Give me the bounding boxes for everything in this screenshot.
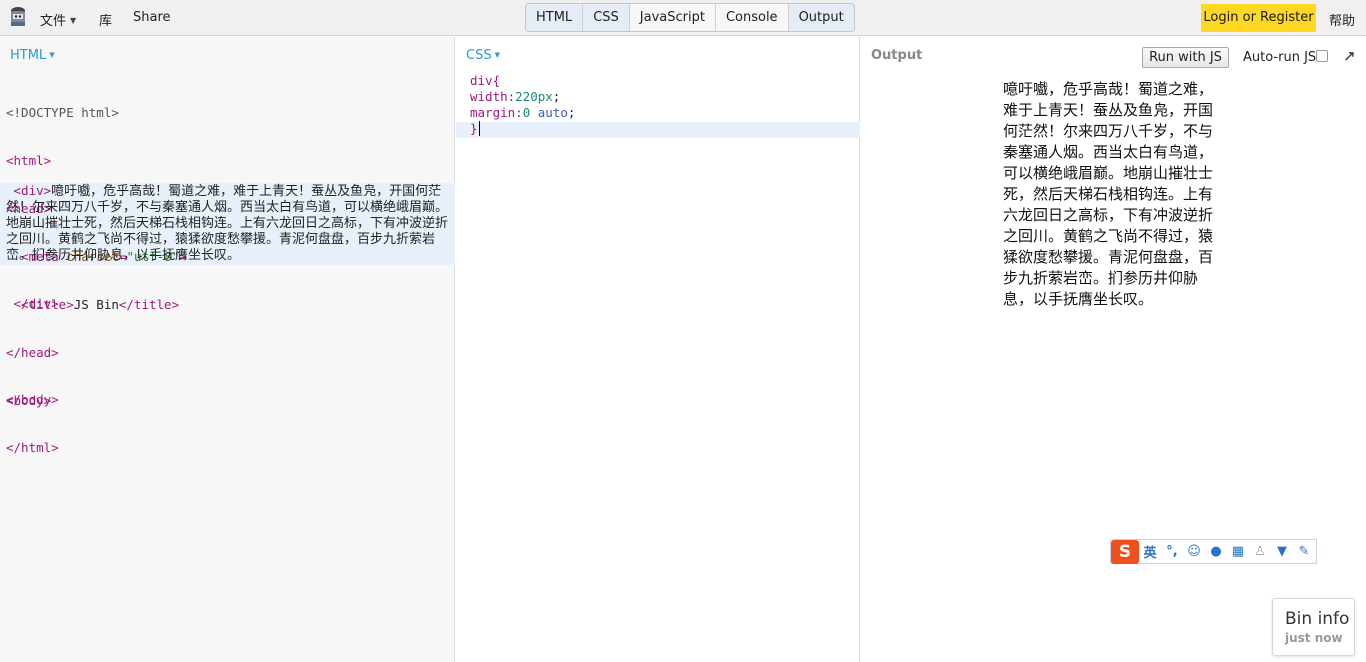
popout-arrow-icon[interactable]: ↗ (1343, 47, 1356, 65)
css-value: 220px (515, 89, 553, 104)
help-menu[interactable]: 帮助 (1329, 10, 1355, 29)
jsbin-logo-icon[interactable] (8, 6, 28, 30)
css-panel-label-text: CSS (466, 48, 492, 63)
autorun-label: Auto-run JS (1243, 50, 1317, 65)
css-selector: div{ (470, 73, 501, 88)
code-line: margin:0 auto; (470, 105, 576, 120)
caret-down-icon: ▼ (494, 51, 500, 59)
panel-tabs: HTML CSS JavaScript Console Output (525, 3, 855, 32)
share-menu[interactable]: Share (133, 10, 171, 25)
autorun-checkbox[interactable] (1316, 50, 1328, 62)
keyboard-icon[interactable]: ▦ (1227, 544, 1249, 559)
html-panel-label[interactable]: HTML ▼ (10, 48, 55, 63)
code-line: </div> (6, 296, 59, 311)
caret-down-icon: ▼ (70, 16, 77, 25)
css-property: width: (470, 89, 516, 104)
microphone-icon[interactable]: ● (1205, 544, 1227, 559)
punctuation-icon[interactable]: °, (1161, 544, 1183, 559)
tab-css[interactable]: CSS (583, 4, 630, 31)
code-line: <html> (6, 153, 52, 168)
bin-info-title: Bin info (1285, 609, 1350, 629)
code-line: <!DOCTYPE html> (6, 105, 119, 120)
code-line: </html> (6, 440, 59, 455)
file-menu-label: 文件 (40, 14, 67, 29)
css-value: auto (537, 105, 568, 120)
css-close-brace: } (470, 121, 478, 136)
div-open-tag: <div> (6, 183, 52, 198)
code-line: } (470, 121, 575, 137)
skin-icon[interactable]: ▼ (1271, 544, 1293, 559)
html-panel-label-text: HTML (10, 48, 47, 63)
tab-console[interactable]: Console (715, 4, 789, 31)
tab-html[interactable]: HTML (526, 4, 584, 31)
login-register-button[interactable]: Login or Register (1201, 4, 1316, 32)
css-code-editor[interactable]: div{ width:220px; margin:0 auto; } (470, 73, 575, 137)
caret-down-icon: ▼ (49, 51, 55, 59)
div-content-line: <div>噫吁嚱，危乎高哉！蜀道之难，难于上青天！蚕丛及鱼凫，开国何茫然！尔来四… (6, 183, 449, 264)
code-line: width:220px; (470, 89, 561, 104)
input-mode-toggle[interactable]: 英 (1139, 542, 1161, 561)
div-text: 噫吁嚱，危乎高哉！蜀道之难，难于上青天！蚕丛及鱼凫，开国何茫然！尔来四万八千岁，… (6, 184, 449, 263)
text-cursor (478, 121, 480, 136)
css-property: margin: (470, 105, 523, 120)
css-panel[interactable]: CSS ▼ div{ width:220px; margin:0 auto; } (456, 37, 860, 662)
run-with-js-button[interactable]: Run with JS (1142, 47, 1229, 68)
emoji-icon[interactable]: ☺ (1183, 544, 1205, 559)
ime-toolbar: S 英 °, ☺ ● ▦ ♙ ▼ ✎ (1110, 539, 1317, 564)
tools-icon[interactable]: ✎ (1293, 544, 1315, 559)
output-rendered-div: 噫吁嚱，危乎高哉！蜀道之难，难于上青天！蚕丛及鱼凫，开国何茫然！尔来四万八千岁，… (1003, 80, 1214, 308)
tab-javascript[interactable]: JavaScript (629, 4, 716, 31)
user-icon[interactable]: ♙ (1249, 544, 1271, 559)
bin-info-timestamp: just now (1285, 631, 1343, 645)
code-line: </body> (6, 392, 59, 407)
html-panel[interactable]: HTML ▼ <!DOCTYPE html> <html> <head> <met… (0, 37, 455, 662)
sogou-logo-icon[interactable]: S (1111, 539, 1139, 564)
css-panel-label[interactable]: CSS ▼ (466, 48, 500, 63)
output-panel: Output Run with JS Auto-run JS ↗ 噫吁嚱，危乎高… (861, 37, 1366, 662)
html-code-editor-tail[interactable]: </div> </body> </html> (6, 264, 59, 488)
tab-output[interactable]: Output (788, 4, 854, 31)
top-toolbar: 文件 ▼ 库 Share HTML CSS JavaScript Console … (0, 0, 1366, 36)
file-menu[interactable]: 文件 ▼ (40, 10, 76, 29)
output-panel-label: Output (871, 48, 923, 63)
bin-info-panel[interactable]: Bin info just now (1272, 598, 1355, 656)
library-menu[interactable]: 库 (99, 10, 112, 29)
